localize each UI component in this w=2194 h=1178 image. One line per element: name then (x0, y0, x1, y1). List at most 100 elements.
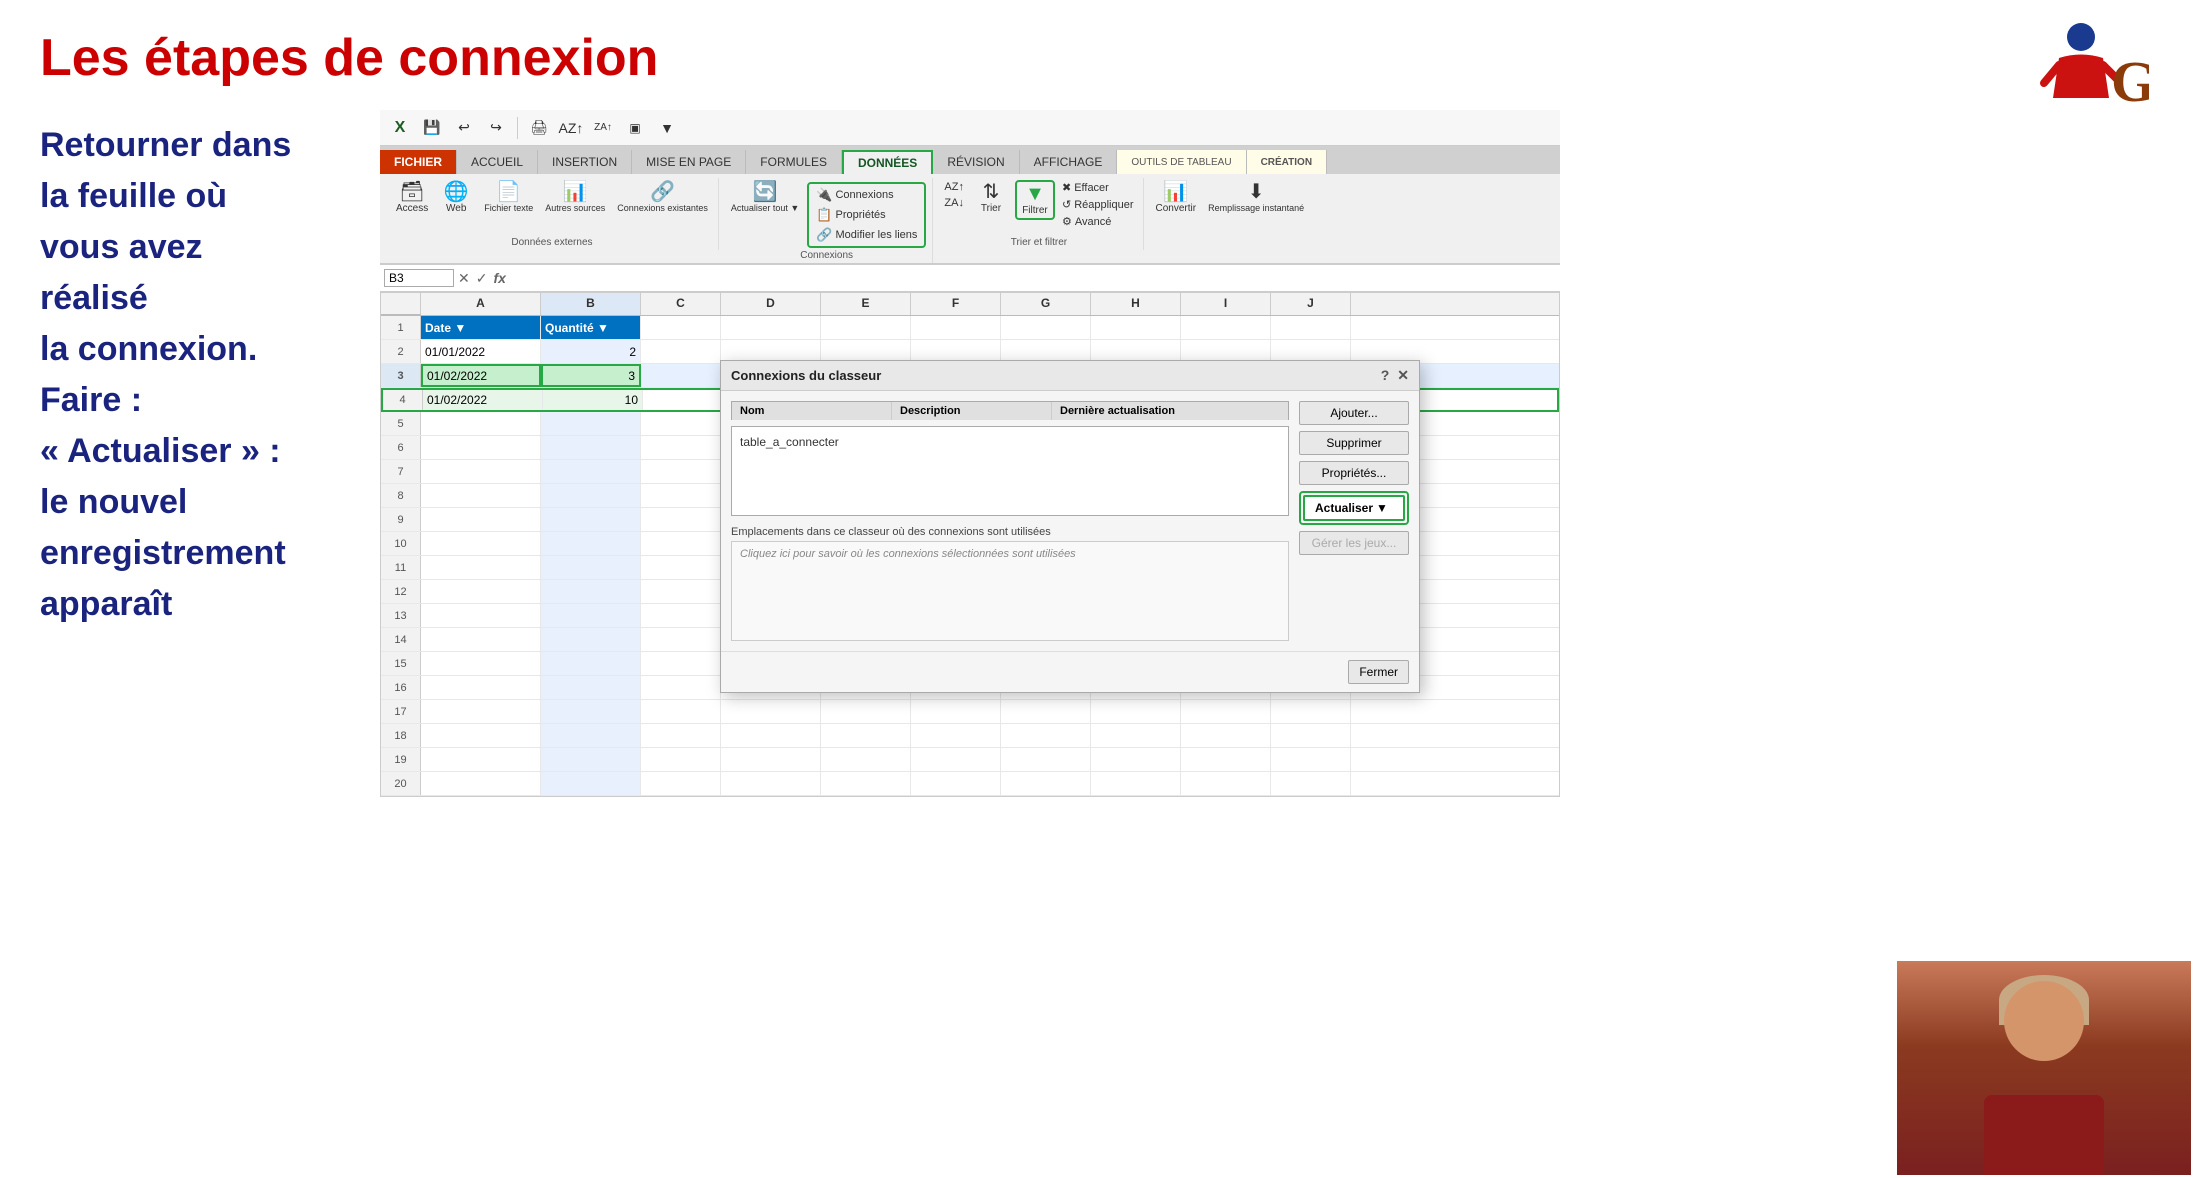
cell-j18[interactable] (1271, 724, 1351, 747)
remplissage-button[interactable]: ⬇ Remplissage instantané (1204, 180, 1308, 215)
cell-e1[interactable] (821, 316, 911, 339)
trier-button[interactable]: ⇅ Trier (971, 180, 1011, 216)
tab-accueil[interactable]: ACCUEIL (457, 150, 538, 174)
supprimer-button[interactable]: Supprimer (1299, 431, 1409, 455)
undo-icon[interactable]: ↩ (450, 114, 478, 142)
cell-e18[interactable] (821, 724, 911, 747)
cell-d17[interactable] (721, 700, 821, 723)
cell-j1[interactable] (1271, 316, 1351, 339)
cell-c15[interactable] (641, 652, 721, 675)
ajouter-button[interactable]: Ajouter... (1299, 401, 1409, 425)
fermer-button[interactable]: Fermer (1348, 660, 1409, 684)
tab-insertion[interactable]: INSERTION (538, 150, 632, 174)
cancel-formula-icon[interactable]: ✕ (458, 270, 470, 287)
cell-a2[interactable]: 01/01/2022 (421, 340, 541, 363)
cell-a15[interactable] (421, 652, 541, 675)
cell-d18[interactable] (721, 724, 821, 747)
modifier-liens-button[interactable]: 🔗 Modifier les liens (813, 226, 920, 244)
fichier-texte-button[interactable]: 📄 Fichier texte (480, 180, 537, 215)
cell-a13[interactable] (421, 604, 541, 627)
cell-a1[interactable]: Date ▼ (421, 316, 541, 339)
cell-a16[interactable] (421, 676, 541, 699)
sort-icon[interactable]: AZ↑ (557, 114, 585, 142)
cell-a14[interactable] (421, 628, 541, 651)
cell-j20[interactable] (1271, 772, 1351, 795)
save-icon[interactable]: 💾 (418, 114, 446, 142)
insert-function-icon[interactable]: fx (493, 270, 505, 286)
cell-a20[interactable] (421, 772, 541, 795)
cell-c10[interactable] (641, 532, 721, 555)
tab-donnees[interactable]: DONNÉES (842, 150, 933, 174)
cell-g1[interactable] (1001, 316, 1091, 339)
extra-icon[interactable]: ▣ (621, 114, 649, 142)
cell-f20[interactable] (911, 772, 1001, 795)
effacer-button[interactable]: ✖ Effacer (1059, 180, 1137, 195)
cell-f17[interactable] (911, 700, 1001, 723)
cell-c14[interactable] (641, 628, 721, 651)
cell-b11[interactable] (541, 556, 641, 579)
dropdown-icon[interactable]: ▼ (653, 114, 681, 142)
dialog-close-icon[interactable]: ✕ (1397, 367, 1409, 384)
cell-b7[interactable] (541, 460, 641, 483)
autres-sources-button[interactable]: 📊 Autres sources (541, 180, 609, 215)
tab-creation[interactable]: OUTILS DE TABLEAU (1117, 150, 1246, 174)
cell-c2[interactable] (641, 340, 721, 363)
cell-a11[interactable] (421, 556, 541, 579)
cell-e20[interactable] (821, 772, 911, 795)
access-button[interactable]: 🗃 Access (392, 180, 432, 216)
cell-b15[interactable] (541, 652, 641, 675)
print-icon[interactable]: 🖨 (525, 114, 553, 142)
cell-c6[interactable] (641, 436, 721, 459)
locations-box[interactable]: Cliquez ici pour savoir où les connexion… (731, 541, 1289, 641)
cell-a10[interactable] (421, 532, 541, 555)
reappliquer-button[interactable]: ↺ Réappliquer (1059, 197, 1137, 212)
cell-b12[interactable] (541, 580, 641, 603)
cell-g17[interactable] (1001, 700, 1091, 723)
cell-b2[interactable]: 2 (541, 340, 641, 363)
cell-b19[interactable] (541, 748, 641, 771)
cell-g19[interactable] (1001, 748, 1091, 771)
confirm-formula-icon[interactable]: ✓ (476, 270, 488, 287)
cell-c3[interactable] (641, 364, 721, 387)
cell-a17[interactable] (421, 700, 541, 723)
dialog-help-icon[interactable]: ? (1381, 367, 1390, 384)
tab-fichier[interactable]: FICHIER (380, 150, 457, 174)
cell-b4[interactable]: 10 (543, 390, 643, 410)
convertir-button[interactable]: 📊 Convertir (1152, 180, 1201, 216)
cell-a18[interactable] (421, 724, 541, 747)
cell-c12[interactable] (641, 580, 721, 603)
cell-h18[interactable] (1091, 724, 1181, 747)
cell-c4[interactable] (643, 390, 723, 410)
cell-e17[interactable] (821, 700, 911, 723)
cell-c20[interactable] (641, 772, 721, 795)
cell-c18[interactable] (641, 724, 721, 747)
filtrer-button[interactable]: ▼ Filtrer (1015, 180, 1055, 220)
actualiser-button[interactable]: Actualiser ▼ (1303, 495, 1405, 521)
cell-c11[interactable] (641, 556, 721, 579)
connexions-existantes-button[interactable]: 🔗 Connexions existantes (613, 180, 712, 215)
actualiser-dropdown-icon[interactable]: ▼ (1376, 501, 1388, 515)
cell-j19[interactable] (1271, 748, 1351, 771)
cell-i17[interactable] (1181, 700, 1271, 723)
cell-b20[interactable] (541, 772, 641, 795)
cell-b10[interactable] (541, 532, 641, 555)
tab-revision[interactable]: RÉVISION (933, 150, 1019, 174)
avance-button[interactable]: ⚙ Avancé (1059, 214, 1137, 229)
actualiser-tout-button[interactable]: 🔄 Actualiser tout ▼ (727, 180, 803, 215)
cell-c16[interactable] (641, 676, 721, 699)
cell-h1[interactable] (1091, 316, 1181, 339)
tab-formules[interactable]: FORMULES (746, 150, 842, 174)
cell-c17[interactable] (641, 700, 721, 723)
cell-c5[interactable] (641, 412, 721, 435)
cell-b6[interactable] (541, 436, 641, 459)
cell-c7[interactable] (641, 460, 721, 483)
cell-f1[interactable] (911, 316, 1001, 339)
proprietes-button[interactable]: Propriétés... (1299, 461, 1409, 485)
cell-b3[interactable]: 3 (541, 364, 641, 387)
cell-j17[interactable] (1271, 700, 1351, 723)
cell-a7[interactable] (421, 460, 541, 483)
cell-a12[interactable] (421, 580, 541, 603)
cell-e19[interactable] (821, 748, 911, 771)
sort-za-button[interactable]: ZA↓ (941, 196, 967, 210)
web-button[interactable]: 🌐 Web (436, 180, 476, 216)
